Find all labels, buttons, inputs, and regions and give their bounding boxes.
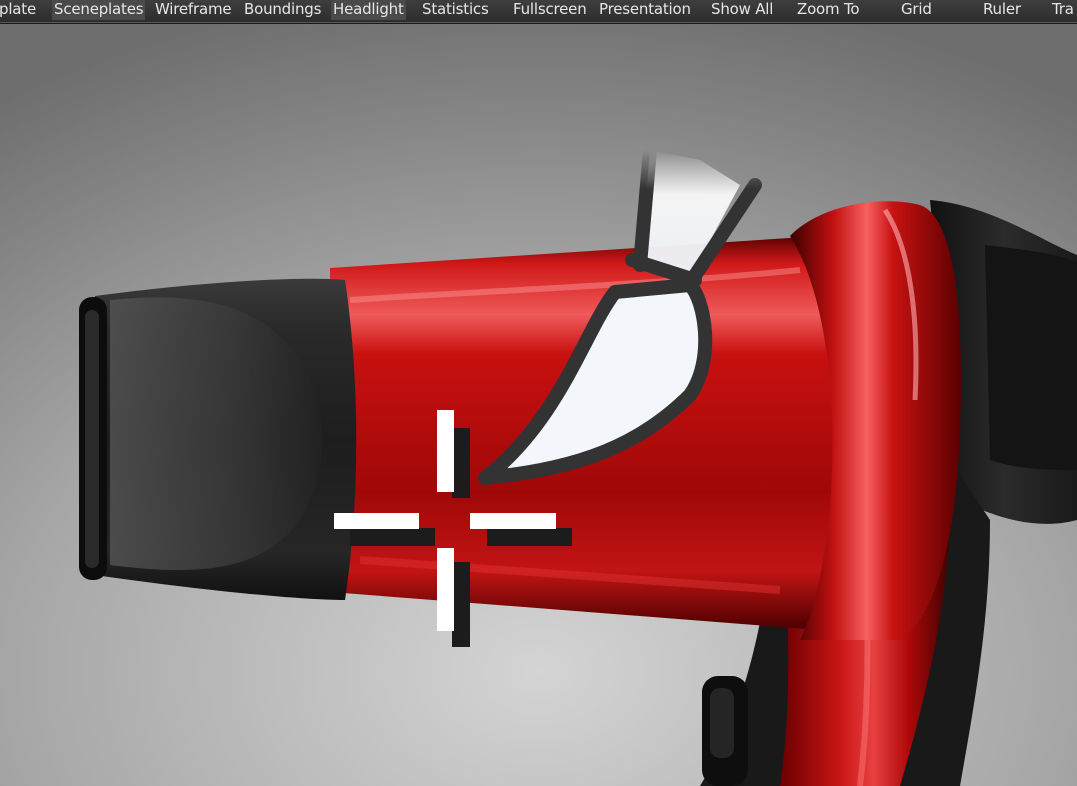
viewport-toolbar: plate Sceneplates Wireframe Boundings He…	[0, 0, 1077, 23]
toolbar-item-grid[interactable]: Grid	[901, 0, 932, 20]
toolbar-item-show-all[interactable]: Show All	[711, 0, 773, 20]
toolbar-item-zoom-to[interactable]: Zoom To	[797, 0, 860, 20]
toolbar-item-sceneplate[interactable]: plate	[0, 0, 36, 20]
hair-dryer-render	[0, 23, 1077, 786]
toolbar-item-ruler[interactable]: Ruler	[983, 0, 1021, 20]
toolbar-item-transform[interactable]: Tra	[1052, 0, 1074, 20]
toolbar-item-wireframe[interactable]: Wireframe	[155, 0, 232, 20]
toolbar-item-sceneplates[interactable]: Sceneplates	[52, 0, 146, 20]
toolbar-item-fullscreen[interactable]: Fullscreen	[513, 0, 587, 20]
toolbar-item-boundings[interactable]: Boundings	[244, 0, 321, 20]
render-viewport[interactable]	[0, 23, 1077, 786]
toolbar-item-presentation[interactable]: Presentation	[599, 0, 691, 20]
toolbar-item-headlight[interactable]: Headlight	[331, 0, 406, 20]
toolbar-item-statistics[interactable]: Statistics	[422, 0, 489, 20]
dryer-nozzle	[79, 278, 357, 600]
